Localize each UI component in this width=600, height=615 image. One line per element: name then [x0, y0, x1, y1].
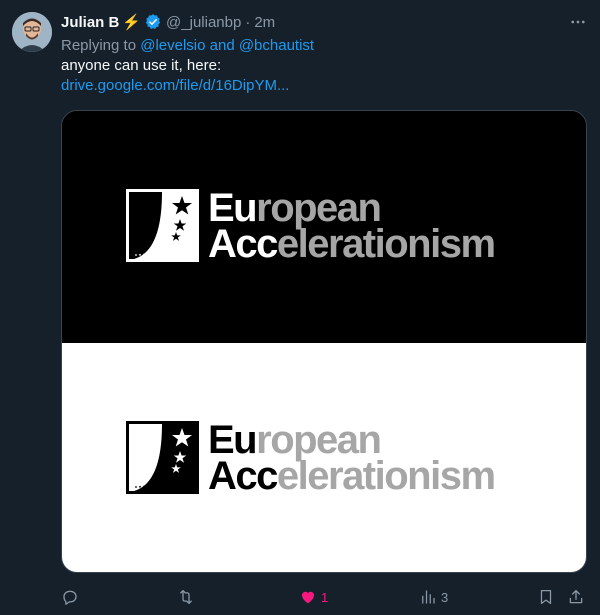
logo-panel-light: European Accelerationism	[62, 343, 586, 572]
tweet-actions: 1 3	[61, 585, 588, 609]
retweet-icon	[180, 589, 192, 605]
more-icon[interactable]	[568, 12, 588, 32]
views-button[interactable]: 3	[419, 585, 448, 609]
bookmark-button[interactable]	[537, 585, 555, 609]
logo-light: European Accelerationism	[126, 420, 496, 496]
logo-mark-dark	[126, 189, 199, 262]
logo-wordmark-light: European Accelerationism	[208, 420, 496, 496]
heart-icon	[302, 591, 314, 604]
logo-dark: European Accelerationism	[126, 188, 496, 264]
views-icon	[422, 590, 435, 604]
verified-badge-icon[interactable]	[144, 13, 162, 31]
replying-to: Replying to @levelsio and @bchautist	[61, 36, 588, 56]
like-count: 1	[321, 589, 329, 605]
tweet-media[interactable]: European Accelerationism European Accele…	[61, 110, 587, 573]
user-handle[interactable]: @_julianbp	[166, 14, 241, 31]
views-count: 3	[441, 589, 449, 605]
drive-link[interactable]: drive.google.com/file/d/16DipYM...	[61, 76, 588, 96]
separator-dot: ·	[245, 13, 251, 31]
wordmark-elerationism: elerationism	[276, 453, 496, 498]
reply-button[interactable]	[61, 585, 83, 609]
wordmark-elerationism: elerationism	[276, 221, 496, 266]
replying-prefix: Replying to	[61, 37, 141, 54]
wordmark-acc: Acc	[208, 221, 278, 266]
share-icon	[569, 589, 583, 604]
avatar[interactable]	[12, 12, 52, 52]
bookmark-icon	[540, 589, 552, 605]
display-name[interactable]: Julian B	[61, 14, 119, 31]
reply-icon	[63, 590, 77, 605]
avatar-image	[12, 12, 52, 52]
logo-panel-dark: European Accelerationism	[62, 111, 586, 343]
tweet-text: anyone can use it, here:	[61, 57, 222, 74]
share-button[interactable]	[567, 585, 585, 609]
wordmark-acc: Acc	[208, 453, 278, 498]
replying-mentions-link[interactable]: @levelsio and @bchautist	[140, 37, 314, 54]
logo-mark-light	[126, 421, 199, 494]
like-button[interactable]: 1	[299, 585, 328, 609]
retweet-button[interactable]	[177, 585, 199, 609]
tweet-body: Julian B ⚡ @_julianbp · 2m Replying to @…	[61, 12, 588, 96]
tweet-header: Julian B ⚡ @_julianbp · 2m	[61, 12, 588, 32]
logo-wordmark-dark: European Accelerationism	[208, 188, 496, 264]
lightning-bolt-icon: ⚡	[122, 14, 142, 31]
timestamp[interactable]: 2m	[254, 14, 275, 31]
